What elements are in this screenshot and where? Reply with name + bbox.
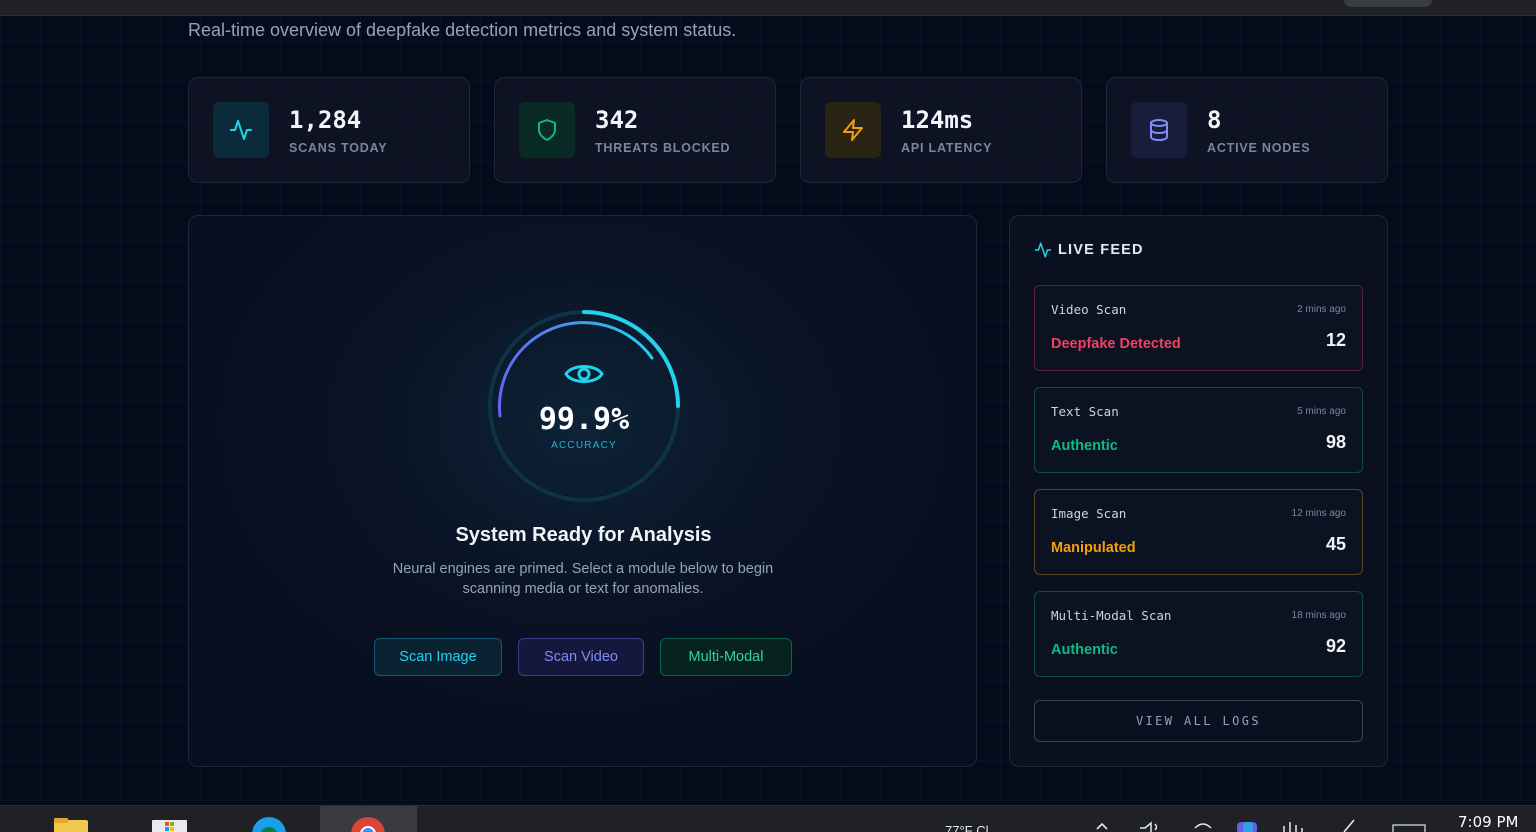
live-feed-title: LIVE FEED xyxy=(1058,242,1144,258)
accuracy-label: ACCURACY xyxy=(551,440,617,451)
stat-value: 124ms xyxy=(901,106,974,134)
feed-item-status: Manipulated xyxy=(1051,540,1136,556)
view-all-logs-button[interactable]: VIEW ALL LOGS xyxy=(1034,700,1363,742)
feed-item[interactable]: Video Scan 2 mins ago Deepfake Detected … xyxy=(1034,285,1363,371)
network-icon[interactable] xyxy=(1280,818,1308,832)
feed-item-type: Image Scan xyxy=(1051,506,1127,521)
scan-image-button[interactable]: Scan Image xyxy=(374,638,502,676)
stat-value: 1,284 xyxy=(289,106,362,134)
database-icon xyxy=(1131,102,1187,158)
page-subtitle: Real-time overview of deepfake detection… xyxy=(188,20,737,40)
windows-taskbar: 77°F Cl 7:09 PM xyxy=(0,805,1536,832)
top-bar-button[interactable] xyxy=(1344,0,1432,7)
stat-label: THREATS BLOCKED xyxy=(595,141,731,155)
scan-video-button[interactable]: Scan Video xyxy=(518,638,644,676)
feed-item-type: Text Scan xyxy=(1051,404,1119,419)
feed-item[interactable]: Image Scan 12 mins ago Manipulated 45 xyxy=(1034,489,1363,575)
feed-item-status: Authentic xyxy=(1051,438,1118,454)
analysis-panel: 99.9% ACCURACY System Ready for Analysis… xyxy=(188,215,977,767)
lightning-icon xyxy=(825,102,881,158)
shield-icon xyxy=(519,102,575,158)
activity-icon xyxy=(1034,242,1052,258)
feed-item-type: Multi-Modal Scan xyxy=(1051,608,1172,623)
feed-item-score: 98 xyxy=(1325,432,1346,452)
stat-card-api-latency: 124ms API LATENCY xyxy=(800,77,1082,183)
feed-item-time: 5 mins ago xyxy=(1297,406,1346,417)
stat-card-active-nodes: 8 ACTIVE NODES xyxy=(1106,77,1388,183)
stat-label: ACTIVE NODES xyxy=(1207,141,1311,155)
stat-label: API LATENCY xyxy=(901,141,993,155)
stat-value: 342 xyxy=(595,106,639,134)
speaker-icon[interactable] xyxy=(1138,818,1164,832)
feed-item-score: 45 xyxy=(1325,534,1346,554)
chrome-icon[interactable] xyxy=(350,816,386,832)
feed-item-score: 12 xyxy=(1325,330,1346,350)
accuracy-value: 99.9% xyxy=(538,402,630,437)
feed-item-type: Video Scan xyxy=(1051,302,1127,317)
feed-item-time: 12 mins ago xyxy=(1291,508,1346,519)
multi-modal-button[interactable]: Multi-Modal xyxy=(660,638,792,676)
store-icon[interactable] xyxy=(152,816,187,832)
weather-text[interactable]: 77°F Cl xyxy=(945,823,989,832)
copilot-icon[interactable] xyxy=(1235,818,1259,832)
ready-title: System Ready for Analysis xyxy=(455,524,712,546)
browser-top-bar xyxy=(0,0,1536,16)
stat-card-threats-blocked: 342 THREATS BLOCKED xyxy=(494,77,776,183)
edge-icon[interactable] xyxy=(251,816,287,832)
stat-value: 8 xyxy=(1207,106,1222,134)
feed-item[interactable]: Multi-Modal Scan 18 mins ago Authentic 9… xyxy=(1034,591,1363,677)
taskbar-clock[interactable]: 7:09 PM xyxy=(1458,813,1518,831)
pen-icon[interactable] xyxy=(1340,818,1360,832)
feed-item-status: Deepfake Detected xyxy=(1051,336,1181,352)
chevron-up-icon[interactable] xyxy=(1095,820,1109,830)
keyboard-icon[interactable] xyxy=(1392,824,1426,832)
stat-label: SCANS TODAY xyxy=(289,141,388,155)
feed-item-status: Authentic xyxy=(1051,642,1118,658)
feed-item-time: 18 mins ago xyxy=(1291,610,1346,621)
file-explorer-icon[interactable] xyxy=(54,816,88,832)
feed-item-score: 92 xyxy=(1325,636,1346,656)
stat-card-scans-today: 1,284 SCANS TODAY xyxy=(188,77,470,183)
moon-icon[interactable] xyxy=(918,818,934,832)
activity-icon xyxy=(213,102,269,158)
ready-description: Neural engines are primed. Select a modu… xyxy=(392,561,774,597)
live-feed-panel: LIVE FEED Video Scan 2 mins ago Deepfake… xyxy=(1009,215,1388,767)
feed-item-time: 2 mins ago xyxy=(1297,304,1346,315)
feed-item[interactable]: Text Scan 5 mins ago Authentic 98 xyxy=(1034,387,1363,473)
wifi-icon[interactable] xyxy=(1192,818,1214,832)
